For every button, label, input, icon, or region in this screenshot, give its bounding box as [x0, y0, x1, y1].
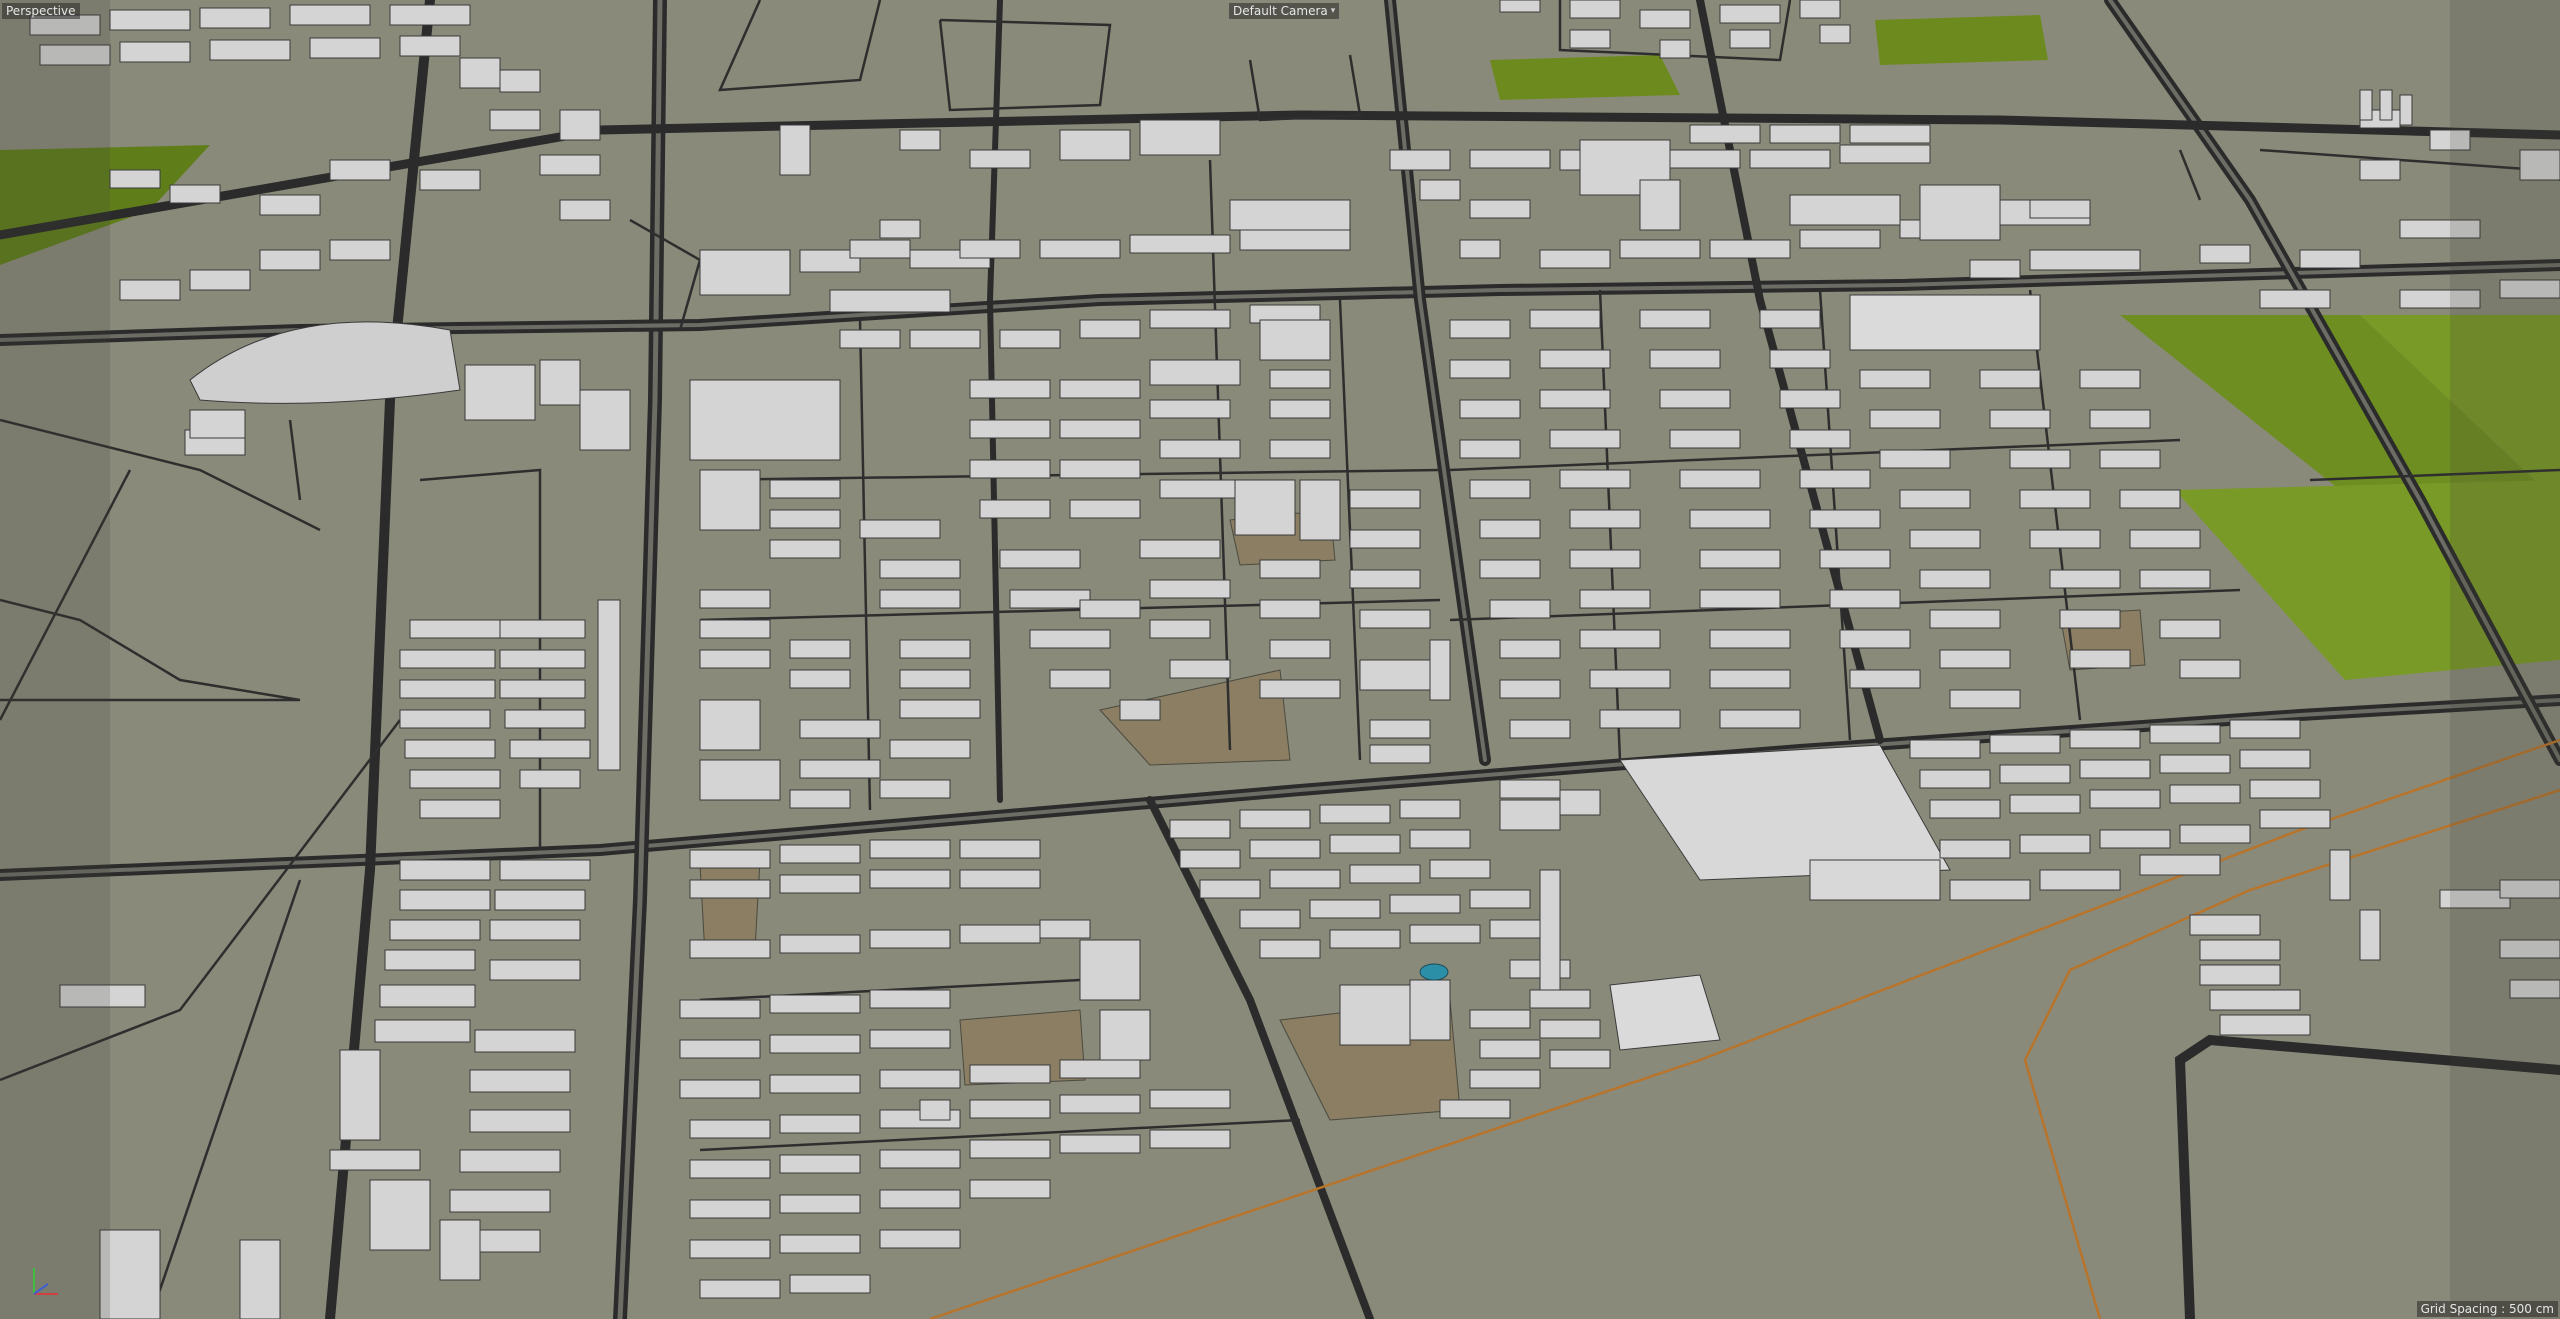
xyz-axis-icon	[33, 1268, 58, 1295]
camera-label: Default Camera	[1233, 4, 1328, 18]
fountain	[1419, 963, 1449, 981]
chevron-down-icon: ▾	[1330, 6, 1336, 16]
city-model-render	[0, 0, 2560, 1319]
3d-viewport[interactable]: Perspective Default Camera ▾ Grid Spacin…	[0, 0, 2560, 1319]
view-label[interactable]: Perspective	[2, 3, 80, 19]
grid-spacing-label: Grid Spacing : 500 cm	[2416, 1301, 2558, 1317]
camera-dropdown[interactable]: Default Camera ▾	[1229, 3, 1340, 19]
